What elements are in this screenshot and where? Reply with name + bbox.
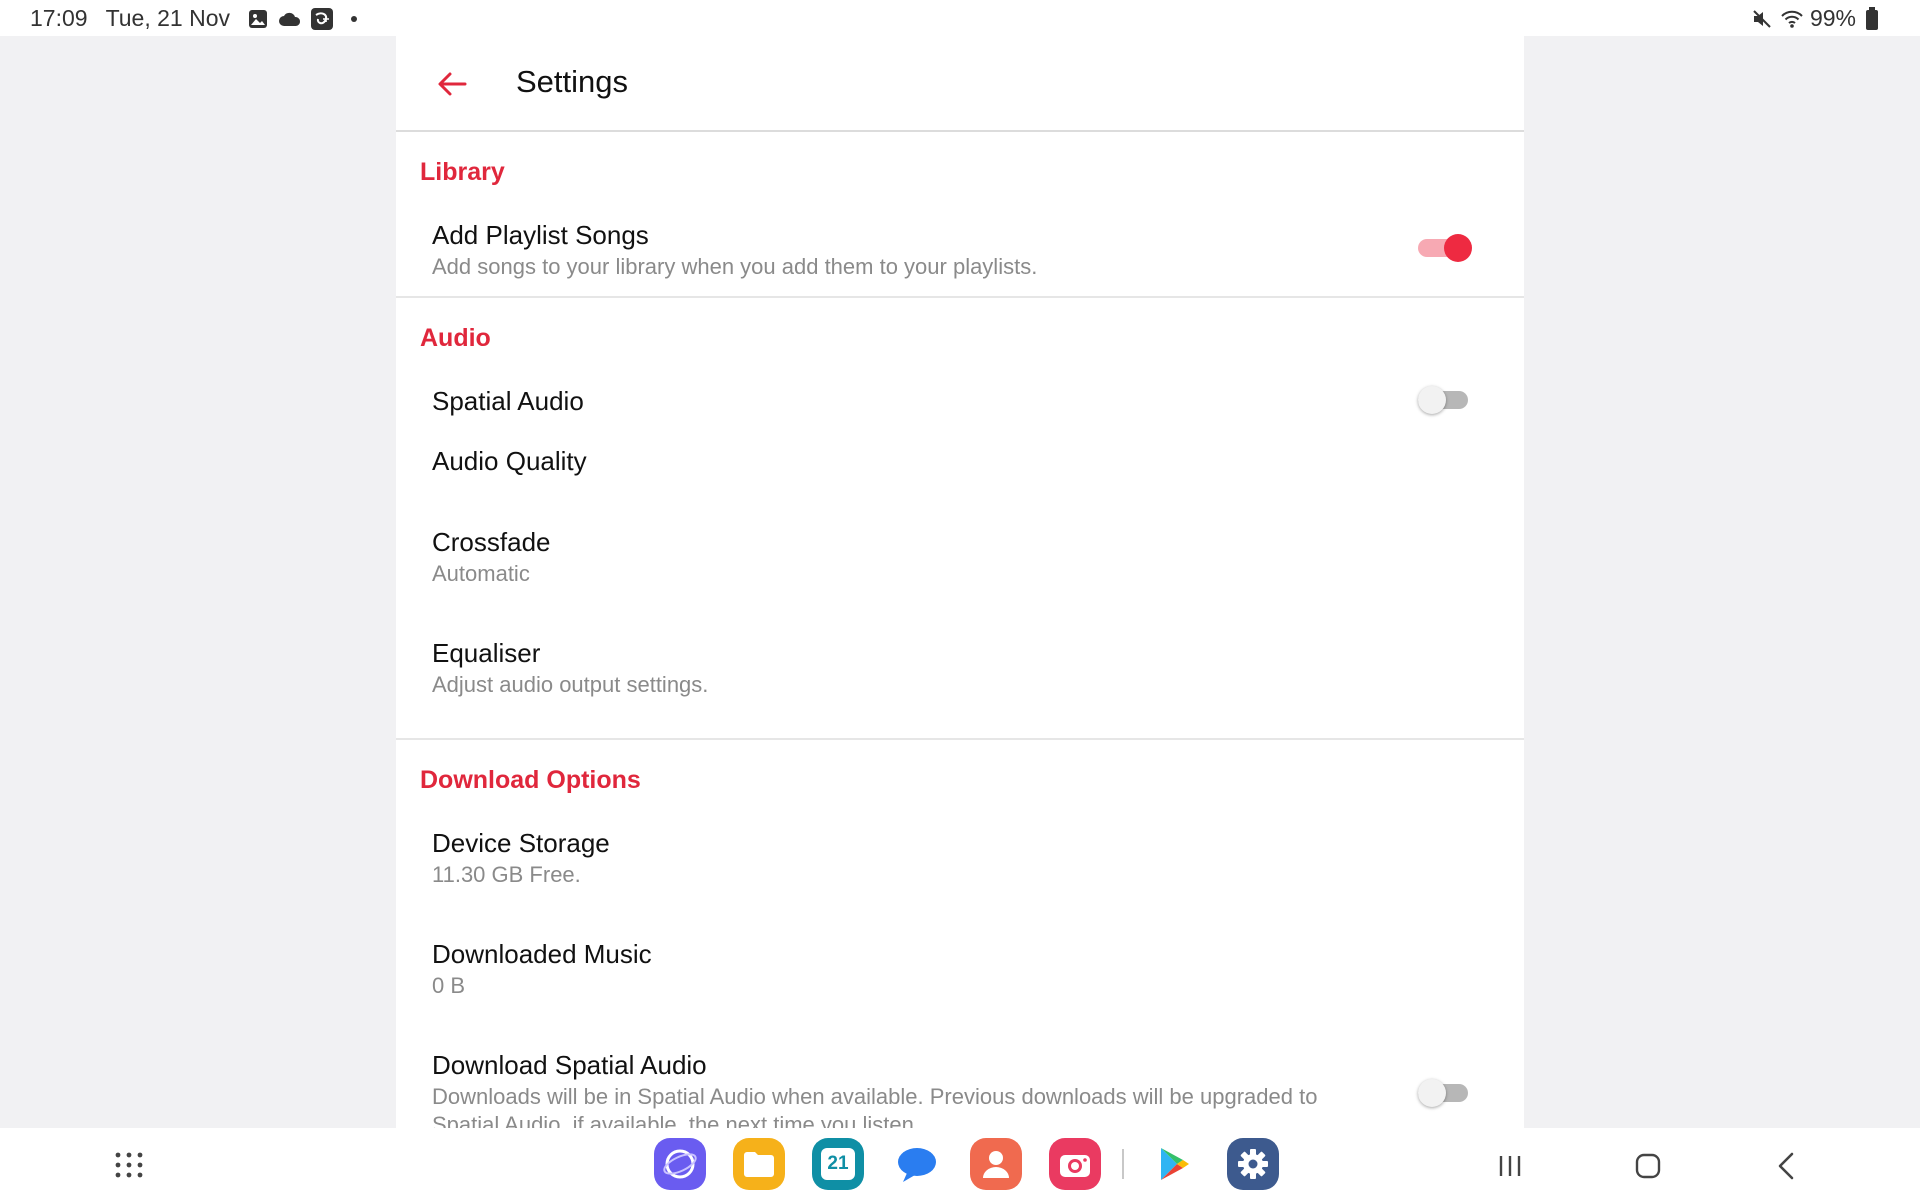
- dock-separator: [1122, 1149, 1124, 1179]
- section-download-options: Download Options Device Storage 11.30 GB…: [396, 740, 1524, 1128]
- arrow-left-icon: [438, 72, 467, 96]
- calendar-icon[interactable]: 21: [812, 1138, 864, 1190]
- setting-title: Device Storage: [432, 828, 610, 858]
- contacts-icon[interactable]: [970, 1138, 1022, 1190]
- battery-icon: [1860, 6, 1884, 31]
- recents-icon[interactable]: [1490, 1146, 1530, 1186]
- add-playlist-songs-toggle[interactable]: [1418, 234, 1472, 262]
- setting-download-spatial-audio[interactable]: Download Spatial Audio Downloads will be…: [396, 1028, 1524, 1128]
- setting-audio-quality[interactable]: Audio Quality: [396, 445, 1524, 526]
- app-dock: 21: [654, 1138, 1306, 1190]
- app-bar: Settings: [396, 36, 1524, 132]
- setting-title: Audio Quality: [432, 446, 587, 476]
- setting-subtitle: 11.30 GB Free.: [432, 862, 581, 887]
- section-header-audio: Audio: [420, 324, 491, 352]
- spatial-audio-toggle[interactable]: [1418, 386, 1472, 414]
- calendar-date-label: 21: [821, 1148, 855, 1180]
- internet-browser-icon[interactable]: [654, 1138, 706, 1190]
- section-library: Library Add Playlist Songs Add songs to …: [396, 132, 1524, 298]
- setting-subtitle: Add songs to your library when you add t…: [432, 254, 1038, 279]
- setting-title: Add Playlist Songs: [432, 220, 649, 250]
- navigation-bar: 21: [0, 1128, 1920, 1200]
- back-button[interactable]: [430, 62, 474, 106]
- cloud-icon: [278, 7, 302, 31]
- dot-icon: [342, 7, 366, 31]
- setting-subtitle: Adjust audio output settings.: [432, 672, 709, 697]
- setting-spatial-audio[interactable]: Spatial Audio: [396, 364, 1524, 445]
- page-title: Settings: [516, 64, 629, 99]
- status-date: Tue, 21 Nov: [105, 5, 230, 31]
- status-bar: 17:09 Tue, 21 Nov 99%: [0, 0, 1920, 36]
- setting-equaliser[interactable]: Equaliser Adjust audio output settings.: [396, 637, 1524, 699]
- section-audio: Audio Spatial Audio Audio Quality Crossf…: [396, 298, 1524, 740]
- gallery-icon: [246, 7, 270, 31]
- battery-percent: 99%: [1809, 5, 1856, 31]
- home-icon[interactable]: [1628, 1146, 1668, 1186]
- setting-device-storage[interactable]: Device Storage 11.30 GB Free.: [396, 806, 1524, 917]
- download-spatial-audio-toggle[interactable]: [1418, 1079, 1472, 1107]
- setting-title: Spatial Audio: [432, 386, 584, 416]
- setting-title: Downloaded Music: [432, 939, 652, 969]
- section-header-download-options: Download Options: [420, 766, 641, 794]
- status-time: 17:09: [30, 5, 88, 31]
- section-header-library: Library: [420, 158, 505, 186]
- wifi-icon: [1780, 7, 1804, 31]
- setting-subtitle: 0 B: [432, 973, 466, 998]
- messages-icon[interactable]: [891, 1138, 943, 1190]
- back-icon[interactable]: [1766, 1146, 1806, 1186]
- setting-title: Equaliser: [432, 638, 541, 668]
- camera-icon[interactable]: [1049, 1138, 1101, 1190]
- setting-downloaded-music[interactable]: Downloaded Music 0 B: [396, 917, 1524, 1028]
- disney-plus-icon: [310, 7, 334, 31]
- setting-add-playlist-songs[interactable]: Add Playlist Songs Add songs to your lib…: [396, 198, 1524, 281]
- setting-crossfade[interactable]: Crossfade Automatic: [396, 526, 1524, 637]
- my-files-icon[interactable]: [733, 1138, 785, 1190]
- setting-subtitle: Downloads will be in Spatial Audio when …: [432, 1084, 1318, 1128]
- setting-title: Crossfade: [432, 527, 551, 557]
- settings-icon[interactable]: [1227, 1138, 1279, 1190]
- play-store-icon[interactable]: [1148, 1138, 1200, 1190]
- app-drawer-icon[interactable]: [112, 1148, 146, 1182]
- setting-subtitle: Automatic: [432, 561, 530, 586]
- mute-icon: [1750, 7, 1774, 31]
- settings-panel: Settings Library Add Playlist Songs Add …: [396, 36, 1524, 1128]
- setting-title: Download Spatial Audio: [432, 1050, 707, 1080]
